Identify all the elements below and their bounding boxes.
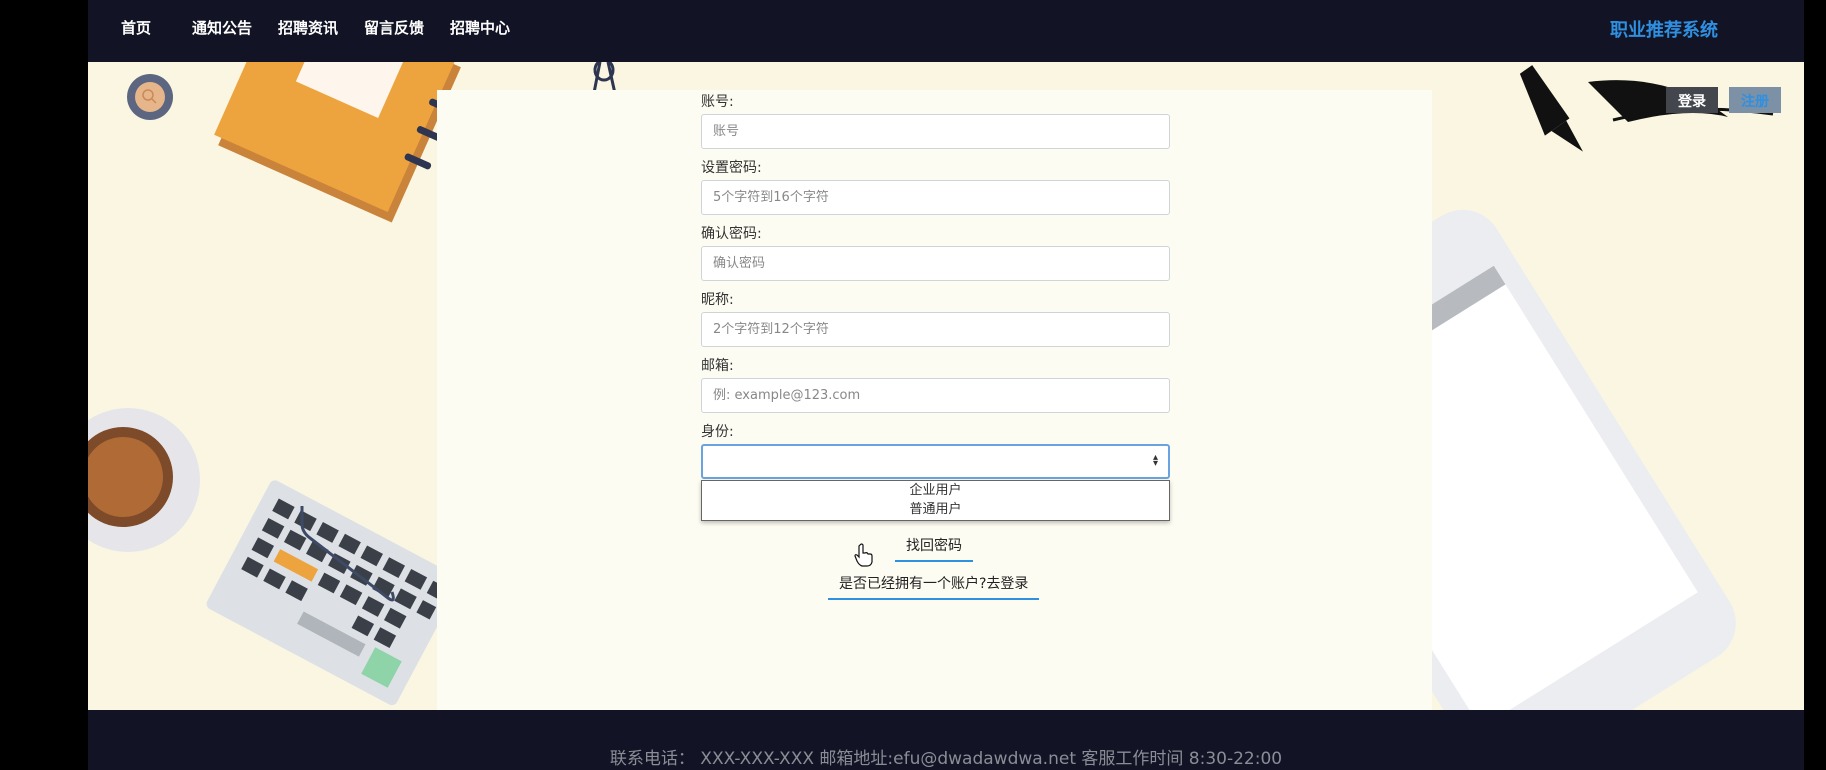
nav-job-news[interactable]: 招聘资讯 [278,17,338,38]
nickname-input[interactable] [701,312,1170,347]
search-button[interactable] [127,74,173,120]
identity-select[interactable]: ▴ ▾ [701,444,1170,479]
main-stage: 登录 注册 账号: 设置密码: 确认密码: 昵称: 邮箱: 身份: ▴▾ 注册 … [88,62,1804,710]
identity-option-normal[interactable]: 普通用户 [702,500,1169,519]
nickname-label: 昵称: [701,292,734,308]
footer: 联系电话： XXX-XXX-XXX 邮箱地址:efu@dwadawdwa.net… [88,710,1804,770]
nav-feedback[interactable]: 留言反馈 [364,17,424,38]
account-input[interactable] [701,114,1170,149]
forgot-password-link[interactable]: 找回密码 [895,535,973,562]
password-input[interactable] [701,180,1170,215]
register-button[interactable]: 注册 [1729,87,1781,113]
select-arrows-icon: ▴ ▾ [1152,452,1158,469]
goto-login-link[interactable]: 是否已经拥有一个账户?去登录 [828,573,1040,600]
search-icon [135,82,165,112]
identity-dropdown: 企业用户 普通用户 [701,480,1170,521]
nav-recruit-center[interactable]: 招聘中心 [450,17,510,38]
confirm-password-input[interactable] [701,246,1170,281]
identity-option-enterprise[interactable]: 企业用户 [702,481,1169,500]
nav-home[interactable]: 首页 [121,17,151,38]
login-button[interactable]: 登录 [1666,87,1718,113]
top-navbar: 首页 通知公告 招聘资讯 留言反馈 招聘中心 职业推荐系统 [88,0,1804,62]
hand-cursor-icon [854,543,873,567]
nav-notices[interactable]: 通知公告 [192,17,252,38]
email-input[interactable] [701,378,1170,413]
confirm-password-label: 确认密码: [701,226,762,242]
app-frame: 首页 通知公告 招聘资讯 留言反馈 招聘中心 职业推荐系统 登录 注册 账号: … [88,0,1804,770]
account-label: 账号: [701,94,734,110]
footer-contact: 联系电话： XXX-XXX-XXX 邮箱地址:efu@dwadawdwa.net… [609,749,1283,769]
password-label: 设置密码: [701,160,762,176]
email-label: 邮箱: [701,358,734,374]
brand-title: 职业推荐系统 [1610,20,1718,41]
identity-label: 身份: [701,424,734,440]
